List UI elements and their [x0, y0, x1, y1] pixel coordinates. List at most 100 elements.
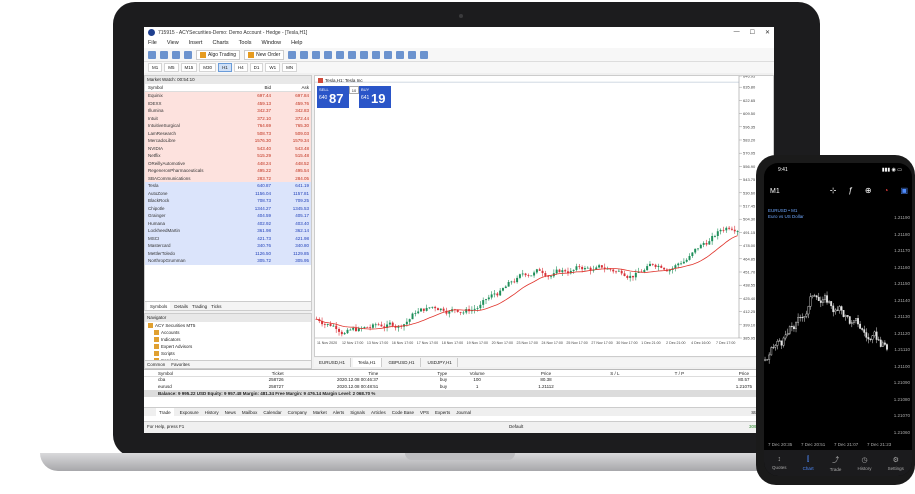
timeframe-h1[interactable]: H1	[218, 63, 232, 72]
toolbox-tab-mailbox[interactable]: Mailbox	[242, 408, 258, 416]
toolbox-tab-market[interactable]: Market	[313, 408, 327, 416]
navigator-item[interactable]: Indicators	[145, 336, 311, 343]
timeframe-d1[interactable]: D1	[249, 63, 264, 72]
tab-tesla-h1[interactable]: Tesla,H1	[353, 358, 382, 367]
timeframe-m1[interactable]: M1	[148, 63, 163, 72]
tab-ticks[interactable]: Ticks	[211, 302, 221, 310]
toolbox-tab-exposure[interactable]: Exposure	[180, 408, 199, 416]
menu-help[interactable]: Help	[291, 40, 302, 46]
phone-nav-chart[interactable]: ⫿ Chart	[803, 456, 814, 471]
maximize-button[interactable]: ☐	[750, 29, 755, 36]
tab-trading[interactable]: Trading	[192, 302, 207, 310]
toolbox-tab-alerts[interactable]: Alerts	[333, 408, 345, 416]
bid-column-header[interactable]: Bid	[233, 84, 271, 91]
toolbox-tab-history[interactable]: History	[205, 408, 219, 416]
toolbox-tab-signals[interactable]: Signals	[350, 408, 365, 416]
tab-gbpusd-h1[interactable]: GBPUSD,H1	[384, 358, 421, 367]
zoom-out-icon[interactable]	[336, 50, 345, 59]
close-button[interactable]: ✕	[765, 29, 770, 36]
phone-nav-trade[interactable]: ⤴ Trade	[830, 455, 842, 472]
line-chart-icon[interactable]	[312, 50, 321, 59]
menu-charts[interactable]: Charts	[212, 40, 228, 46]
navigator-item[interactable]: Expert Advisors	[145, 343, 311, 350]
tab-favorites[interactable]: Favorites	[171, 361, 190, 368]
navigator-item[interactable]: Scripts	[145, 350, 311, 357]
candlestick-chart[interactable]: 646.95 635.80 622.65 609.50 596.35 583.20 570.…	[315, 76, 774, 358]
minimize-button[interactable]: —	[734, 29, 740, 36]
navigator-item[interactable]: ACY Securities MT5	[145, 322, 311, 329]
market-watch-row[interactable]: OReillyAutomotive 448.24 448.52	[145, 159, 311, 167]
timeframe-w1[interactable]: W1	[265, 63, 281, 72]
toolbox-column-header[interactable]: Price	[507, 370, 584, 376]
toolbox-tab-company[interactable]: Company	[288, 408, 307, 416]
phone-nav-history[interactable]: ◷ History	[858, 456, 872, 471]
timeframe-h4[interactable]: H4	[233, 63, 248, 72]
cursor-icon[interactable]	[384, 50, 393, 59]
navigator-icon[interactable]	[184, 50, 192, 59]
crosshair-icon[interactable]: ⊹	[830, 186, 837, 195]
market-watch-row[interactable]: Tesla 640.87 641.19	[145, 182, 311, 190]
timeframe-m30[interactable]: M30	[199, 63, 217, 72]
market-watch-icon[interactable]	[172, 50, 180, 59]
market-watch-row[interactable]: SBACommunications 283.72 284.05	[145, 174, 311, 182]
lot-size-input[interactable]: 10	[349, 86, 359, 94]
market-watch-row[interactable]: Equinix 697.44 697.84	[145, 92, 311, 100]
chart-window[interactable]: 646.95 635.80 622.65 609.50 596.35 583.20 570.…	[314, 75, 774, 357]
toolbox-column-header[interactable]: Type	[378, 370, 447, 376]
new-chart-icon[interactable]	[148, 50, 156, 59]
trade-icon[interactable]: ▣	[900, 186, 908, 195]
phone-timeframe[interactable]: M1	[770, 188, 780, 195]
menu-file[interactable]: File	[148, 40, 157, 46]
toolbox-column-header[interactable]: S / L	[585, 370, 645, 376]
market-watch-row[interactable]: LockheedMartin 361.98 362.14	[145, 227, 311, 235]
grid-icon[interactable]	[348, 50, 357, 59]
market-watch-row[interactable]: Illumina 342.37 342.83	[145, 107, 311, 115]
timeframe-m5[interactable]: M5	[164, 63, 179, 72]
chart-shift-icon[interactable]	[372, 50, 381, 59]
tab-eurusd-h1[interactable]: EURUSD,H1	[314, 358, 352, 367]
zoom-in-icon[interactable]	[324, 50, 333, 59]
phone-nav-quotes[interactable]: ↕ Quotes	[772, 456, 787, 470]
market-watch-row[interactable]: Netflix 515.29 515.48	[145, 152, 311, 160]
market-watch-row[interactable]: AutoZone 1156.04 1157.81	[145, 189, 311, 197]
toolbox-tab-journal[interactable]: Journal	[456, 408, 471, 416]
new-order-button[interactable]: New Order	[244, 49, 285, 60]
timeframe-mn[interactable]: MN	[282, 63, 298, 72]
text-tool-icon[interactable]	[420, 50, 429, 59]
market-watch-row[interactable]: MSCI 421.73 421.98	[145, 234, 311, 242]
crosshair-icon[interactable]	[396, 50, 405, 59]
sell-button[interactable]: SELL 640 87	[317, 86, 349, 108]
toolbox-tab-articles[interactable]: Articles	[371, 408, 386, 416]
market-watch-row[interactable]: RegeneronPharmaceuticals 495.22 495.54	[145, 167, 311, 175]
indicator-icon[interactable]: ƒ	[848, 186, 852, 195]
tab-symbols[interactable]: Symbols	[147, 302, 171, 310]
toolbox-tab-calendar[interactable]: Calendar	[263, 408, 281, 416]
timeframe-m15[interactable]: M15	[180, 63, 198, 72]
toolbox-column-header[interactable]: Ticket	[198, 370, 284, 376]
objects-icon[interactable]: ⊕	[865, 186, 872, 195]
toolbox-column-header[interactable]: Time	[284, 370, 378, 376]
toolbox-column-header[interactable]: Volume	[447, 370, 507, 376]
market-watch-row[interactable]: MercadoLibre 1576.30 1579.34	[145, 137, 311, 145]
market-watch-row[interactable]: IntuitiveSurgical 764.69 765.30	[145, 122, 311, 130]
toolbox-tab-experts[interactable]: Experts	[435, 408, 450, 416]
toolbox-column-header[interactable]: Symbol	[144, 370, 198, 376]
market-watch-row[interactable]: Mastercard 340.76 340.80	[145, 242, 311, 250]
timeframe-icon[interactable]: ◔	[884, 186, 889, 195]
trendline-icon[interactable]	[408, 50, 417, 59]
ask-column-header[interactable]: Ask	[271, 84, 309, 91]
menu-window[interactable]: Window	[262, 40, 282, 46]
market-watch-row[interactable]: MettlerToledo 1126.50 1129.85	[145, 249, 311, 257]
tab-common[interactable]: Common	[147, 361, 165, 368]
market-watch-row[interactable]: Humana 402.92 403.40	[145, 219, 311, 227]
toolbox-tab-trade[interactable]: Trade	[156, 408, 174, 416]
market-watch-row[interactable]: LamResearch 508.73 509.03	[145, 129, 311, 137]
toolbox-tab-news[interactable]: News	[225, 408, 236, 416]
tab-details[interactable]: Details	[174, 302, 188, 310]
menu-view[interactable]: View	[167, 40, 179, 46]
profiles-icon[interactable]	[160, 50, 168, 59]
algo-trading-button[interactable]: Algo Trading	[196, 49, 241, 60]
tab-usdjpy-h1[interactable]: USDJPY,H1	[423, 358, 458, 367]
bar-chart-icon[interactable]	[288, 50, 297, 59]
market-watch-row[interactable]: NVIDIA 543.40 543.48	[145, 144, 311, 152]
